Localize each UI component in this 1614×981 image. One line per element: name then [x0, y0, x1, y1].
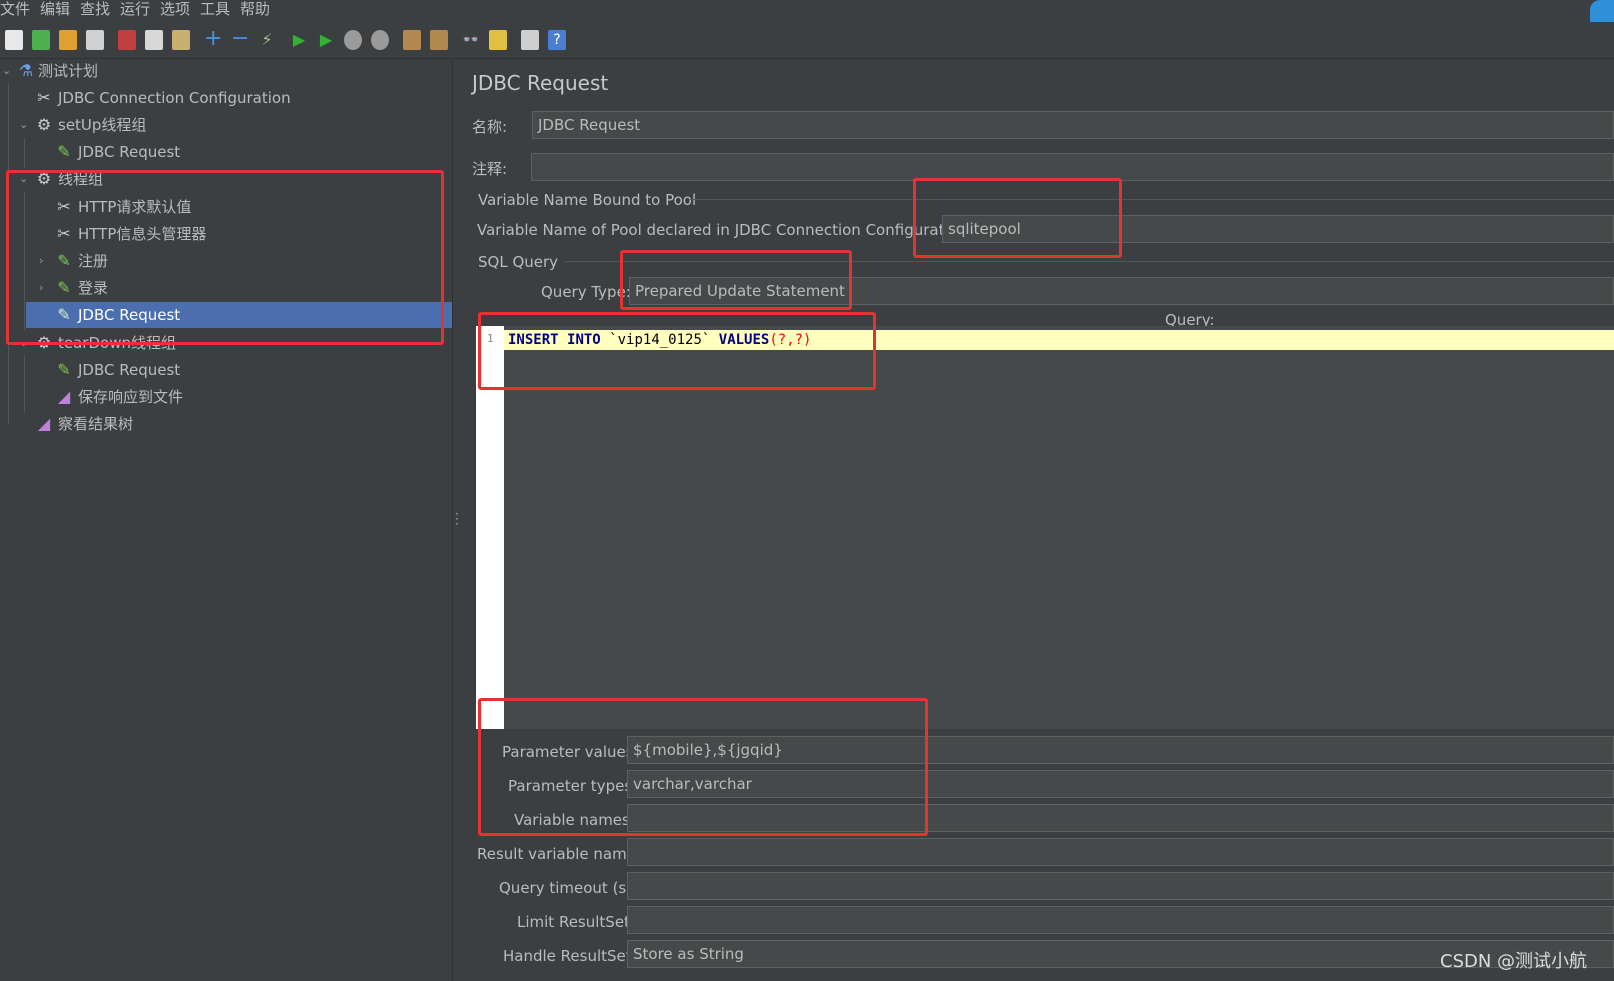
result-variable-label: Result variable name: [477, 845, 641, 863]
tree-node-label: 测试计划 [38, 62, 99, 80]
templates-icon[interactable] [32, 30, 50, 50]
reset-search-icon[interactable] [489, 30, 507, 50]
chevron-down-icon[interactable]: ⌄ [2, 58, 11, 84]
tree-node-test-plan[interactable]: ⌄ ⚗ 测试计划 [0, 58, 452, 84]
cut-icon[interactable] [118, 30, 136, 50]
menu-help[interactable]: 帮助 [240, 0, 270, 20]
limit-resultset-label: Limit ResultSet: [517, 913, 635, 931]
start-icon[interactable]: ▶ [290, 30, 308, 50]
tree-node-jdbc-request-teardown[interactable]: ✎ JDBC Request [0, 357, 452, 383]
menu-tools[interactable]: 工具 [200, 0, 230, 20]
shutdown-icon[interactable] [371, 30, 389, 50]
highlight-box-query [478, 312, 876, 390]
clear-all-icon[interactable] [430, 30, 448, 50]
query-timeout-label: Query timeout (s): [499, 879, 638, 897]
query-type-label: Query Type: [541, 283, 631, 301]
watermark: CSDN @测试小航 [1440, 951, 1588, 972]
highlight-box-thread-group [6, 170, 444, 345]
open-icon[interactable] [59, 30, 77, 50]
result-variable-input[interactable] [627, 838, 1614, 866]
tree-node-label: 保存响应到文件 [78, 388, 184, 406]
tree-node-save-responses[interactable]: ◢ 保存响应到文件 [0, 384, 452, 410]
wrench-icon: ✂ [37, 88, 51, 107]
panel-title: JDBC Request [472, 71, 609, 95]
clear-icon[interactable] [403, 30, 421, 50]
chevron-down-icon[interactable]: ⌄ [19, 112, 28, 138]
pipette-icon: ✎ [57, 360, 71, 379]
highlight-box-parameters [478, 698, 928, 836]
highlight-box-pool [913, 178, 1122, 258]
menu-edit[interactable]: 编辑 [40, 0, 70, 20]
pool-variable-label: Variable Name of Pool declared in JDBC C… [477, 221, 973, 239]
search-icon[interactable]: 👓 [462, 30, 480, 50]
paste-icon[interactable] [172, 30, 190, 50]
gear-icon: ⚙ [36, 115, 52, 134]
flask-icon: ⚗ [18, 61, 34, 80]
pipette-icon: ✎ [57, 142, 71, 161]
new-icon[interactable] [5, 30, 23, 50]
menu-search[interactable]: 查找 [80, 0, 110, 20]
copy-icon[interactable] [145, 30, 163, 50]
tree-node-setup-thread-group[interactable]: ⌄ ⚙ setUp线程组 [0, 112, 452, 138]
comment-label: 注释: [472, 160, 508, 178]
comment-input[interactable] [531, 153, 1614, 181]
tree-node-label: JDBC Request [78, 143, 181, 161]
collapse-icon[interactable]: − [231, 28, 249, 50]
menu-options[interactable]: 选项 [160, 0, 190, 20]
name-input[interactable]: JDBC Request [532, 111, 1614, 139]
section-divider [690, 199, 1614, 200]
menu-bar: 文件 编辑 查找 运行 选项 工具 帮助 [0, 0, 1614, 20]
tree-node-label: JDBC Connection Configuration [58, 89, 291, 107]
toolbar: + − ⚡ ▶ ▶ 👓 ? [0, 22, 1614, 59]
tree-node-label: JDBC Request [78, 361, 181, 379]
save-icon[interactable] [86, 30, 104, 50]
limit-resultset-input[interactable] [627, 906, 1614, 934]
chart-icon: ◢ [57, 387, 71, 406]
tree-node-jdbc-request[interactable]: ✎ JDBC Request [0, 139, 452, 165]
tree-node-jdbc-config[interactable]: ✂ JDBC Connection Configuration [0, 85, 452, 111]
chart-icon: ◢ [37, 414, 51, 433]
tree-node-view-results-tree[interactable]: ◢ 察看结果树 [0, 411, 452, 437]
stop-icon[interactable] [344, 30, 362, 50]
expand-icon[interactable]: + [204, 28, 222, 50]
handle-resultset-label: Handle ResultSet: [503, 947, 637, 965]
function-helper-icon[interactable] [521, 30, 539, 50]
name-label: 名称: [472, 118, 508, 136]
menu-run[interactable]: 运行 [120, 0, 150, 20]
help-icon[interactable]: ? [548, 30, 566, 50]
toggle-icon[interactable]: ⚡ [258, 30, 276, 50]
sql-section-title: SQL Query [478, 253, 559, 271]
highlight-box-query-type [620, 250, 852, 310]
menu-file[interactable]: 文件 [0, 0, 30, 20]
start-no-pause-icon[interactable]: ▶ [317, 30, 335, 50]
drag-handle-icon[interactable]: · · · [455, 508, 459, 530]
pool-section-title: Variable Name Bound to Pool [478, 191, 697, 209]
tree-node-label: setUp线程组 [58, 116, 147, 134]
query-timeout-input[interactable] [627, 872, 1614, 900]
tree-node-label: 察看结果树 [58, 415, 134, 433]
